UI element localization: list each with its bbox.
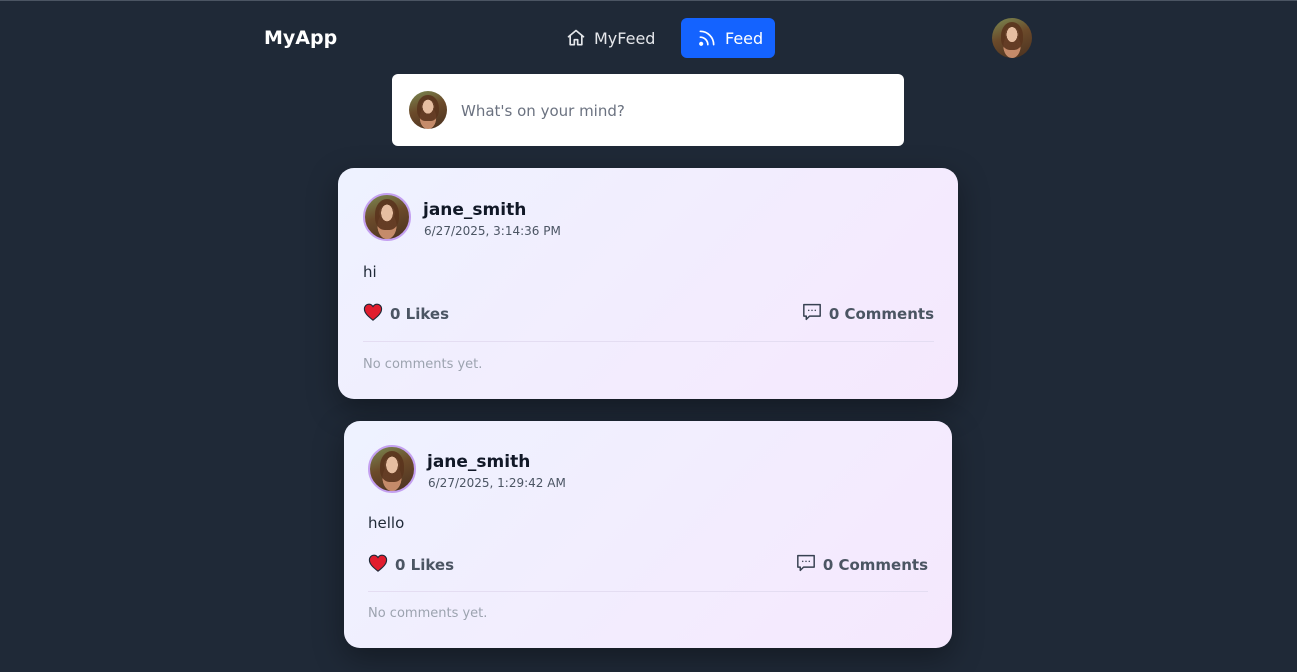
comment-icon (796, 554, 816, 576)
nav-myfeed-label: MyFeed (594, 28, 656, 48)
post-author-avatar[interactable] (363, 193, 411, 241)
post-username[interactable]: jane_smith (423, 200, 526, 220)
composer-input[interactable] (459, 99, 883, 123)
home-icon (566, 28, 586, 48)
brand-logo[interactable]: MyApp (264, 27, 337, 49)
post-author-avatar[interactable] (368, 445, 416, 493)
post-username[interactable]: jane_smith (427, 452, 530, 472)
nav-myfeed-link[interactable]: MyFeed (560, 18, 660, 58)
comments-count: 0 Comments (822, 556, 928, 574)
comments-button[interactable]: 0 Comments (802, 303, 934, 325)
like-button[interactable]: 0 Likes (368, 554, 454, 576)
heart-icon (363, 303, 383, 325)
post-timestamp: 6/27/2025, 3:14:36 PM (424, 224, 561, 238)
post-content: hi (363, 263, 377, 281)
user-avatar-button[interactable] (992, 18, 1032, 58)
top-navbar: MyApp MyFeed Feed (0, 0, 1297, 76)
composer-avatar (409, 91, 447, 129)
no-comments-text: No comments yet. (368, 606, 488, 621)
comments-button[interactable]: 0 Comments (796, 554, 928, 576)
nav-feed-label: Feed (725, 28, 764, 48)
comments-count: 0 Comments (828, 305, 934, 323)
rss-icon (697, 28, 717, 48)
heart-icon (368, 554, 388, 576)
likes-count: 0 Likes (390, 305, 450, 323)
post-divider (363, 341, 934, 342)
post-divider (368, 591, 928, 592)
no-comments-text: No comments yet. (363, 357, 483, 372)
post-content: hello (368, 514, 405, 532)
post-card: jane_smith 6/27/2025, 1:29:42 AM hello 0… (344, 421, 952, 648)
post-composer[interactable] (392, 74, 904, 146)
post-card: jane_smith 6/27/2025, 3:14:36 PM hi 0 Li… (338, 168, 958, 399)
likes-count: 0 Likes (395, 556, 455, 574)
like-button[interactable]: 0 Likes (363, 303, 449, 325)
comment-icon (802, 303, 822, 325)
nav-feed-link[interactable]: Feed (681, 18, 775, 58)
post-timestamp: 6/27/2025, 1:29:42 AM (428, 476, 566, 490)
